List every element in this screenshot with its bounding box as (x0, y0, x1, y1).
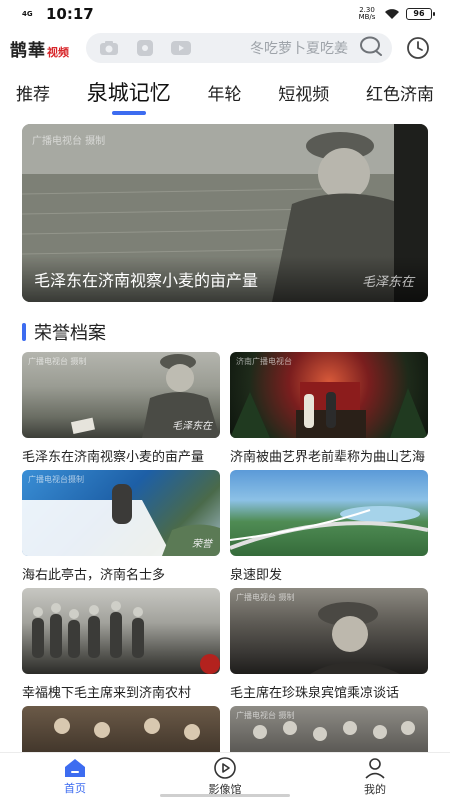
video-card[interactable]: 济南广播电视台 济南被曲艺界老前辈称为曲山艺海 (230, 352, 428, 470)
history-button[interactable] (398, 36, 438, 60)
category-tabs: 推荐 泉城记忆 年轮 短视频 红色济南 (0, 74, 450, 114)
tab-red-jinan[interactable]: 红色济南 (362, 76, 438, 113)
thumbnail-watermark: 广播电视台 摄制 (236, 593, 295, 602)
video-grid: 广播电视台 摄制 毛泽东在 毛泽东在济南视察小麦的亩产量 济南广播电视台 济南被… (22, 352, 428, 800)
hero-title: 毛泽东在济南视察小麦的亩产量 (34, 271, 259, 290)
video-card[interactable]: 广播电视台 摄制 毛泽东在 毛泽东在济南视察小麦的亩产量 (22, 352, 220, 470)
video-thumbnail: 广播电视台 摄制 (230, 588, 428, 674)
search-icon[interactable] (358, 35, 384, 61)
thumbnail-watermark: 广播电视台摄制 (28, 475, 84, 484)
app-logo: 鹊華 视频 (10, 36, 86, 61)
video-title: 济南被曲艺界老前辈称为曲山艺海 (230, 450, 426, 465)
video-card[interactable]: 广播电视台 摄制 毛主席在珍珠泉宾馆乘凉谈话 (230, 588, 428, 706)
video-thumbnail: 济南广播电视台 (230, 352, 428, 438)
network-indicator: 4G (22, 9, 33, 18)
user-icon (365, 757, 385, 779)
thumbnail-watermark: 济南广播电视台 (236, 357, 292, 366)
hero-signature: 毛泽东在 (361, 275, 414, 290)
logo-main-text: 鹊華 (10, 40, 46, 61)
hero-watermark: 广播电视台 摄制 (32, 136, 106, 147)
status-bar: 4G 10:17 2.30 MB/s 96 (0, 0, 450, 28)
logo-sub-text: 视频 (47, 45, 69, 59)
search-bar[interactable]: 冬吃萝卜夏吃姜 (86, 33, 392, 63)
nav-gallery[interactable]: 影像馆 (150, 753, 300, 800)
app-header: 鹊華 视频 冬吃萝卜夏吃姜 (0, 30, 450, 66)
wifi-icon (385, 9, 399, 19)
home-indicator[interactable] (160, 794, 290, 797)
thumbnail-signature: 毛泽东在 (172, 421, 212, 432)
battery-icon: 96 (406, 8, 435, 20)
home-icon (65, 758, 85, 777)
thumbnail-watermark: 广播电视台 摄制 (236, 711, 295, 720)
nav-home[interactable]: 首页 (0, 753, 150, 800)
clock-icon (407, 37, 429, 59)
video-title: 幸福槐下毛主席来到济南农村 (22, 686, 192, 701)
video-card[interactable]: 广播电视台摄制 荣誉 海右此亭古，济南名士多 (22, 470, 220, 588)
play-circle-icon (214, 756, 236, 779)
hero-banner[interactable]: 广播电视台 摄制 毛泽东在济南视察小麦的亩产量 毛泽东在 (22, 124, 428, 302)
video-icon[interactable] (170, 39, 192, 57)
video-card[interactable]: 泉速即发 (230, 470, 428, 588)
video-thumbnail: 广播电视台摄制 荣誉 (22, 470, 220, 556)
video-title: 毛主席在珍珠泉宾馆乘凉谈话 (230, 686, 400, 701)
camera-icon[interactable] (98, 39, 120, 57)
tab-quancheng-memory[interactable]: 泉城记忆 (83, 73, 175, 115)
network-speed: 2.30 MB/s (358, 6, 376, 21)
thumbnail-watermark: 广播电视台 摄制 (28, 357, 87, 366)
nav-profile-label: 我的 (364, 782, 386, 796)
video-title: 毛泽东在济南视察小麦的亩产量 (22, 450, 205, 465)
search-input[interactable]: 冬吃萝卜夏吃姜 (192, 38, 358, 58)
record-icon[interactable] (134, 39, 156, 57)
section-title: 荣誉档案 (22, 320, 106, 344)
nav-home-label: 首页 (64, 781, 86, 795)
video-title: 泉速即发 (230, 568, 283, 583)
tab-short-video[interactable]: 短视频 (274, 76, 333, 113)
video-thumbnail: 广播电视台 摄制 毛泽东在 (22, 352, 220, 438)
bottom-navigation: 首页 影像馆 我的 (0, 752, 450, 800)
video-thumbnail (22, 588, 220, 674)
video-title: 海右此亭古，济南名士多 (22, 568, 166, 583)
status-time: 10:17 (46, 5, 94, 23)
nav-profile[interactable]: 我的 (300, 753, 450, 800)
thumbnail-signature: 荣誉 (192, 539, 212, 550)
tab-nianlun[interactable]: 年轮 (204, 76, 246, 113)
tab-recommend[interactable]: 推荐 (12, 76, 54, 113)
video-card[interactable]: 幸福槐下毛主席来到济南农村 (22, 588, 220, 706)
video-thumbnail (230, 470, 428, 556)
